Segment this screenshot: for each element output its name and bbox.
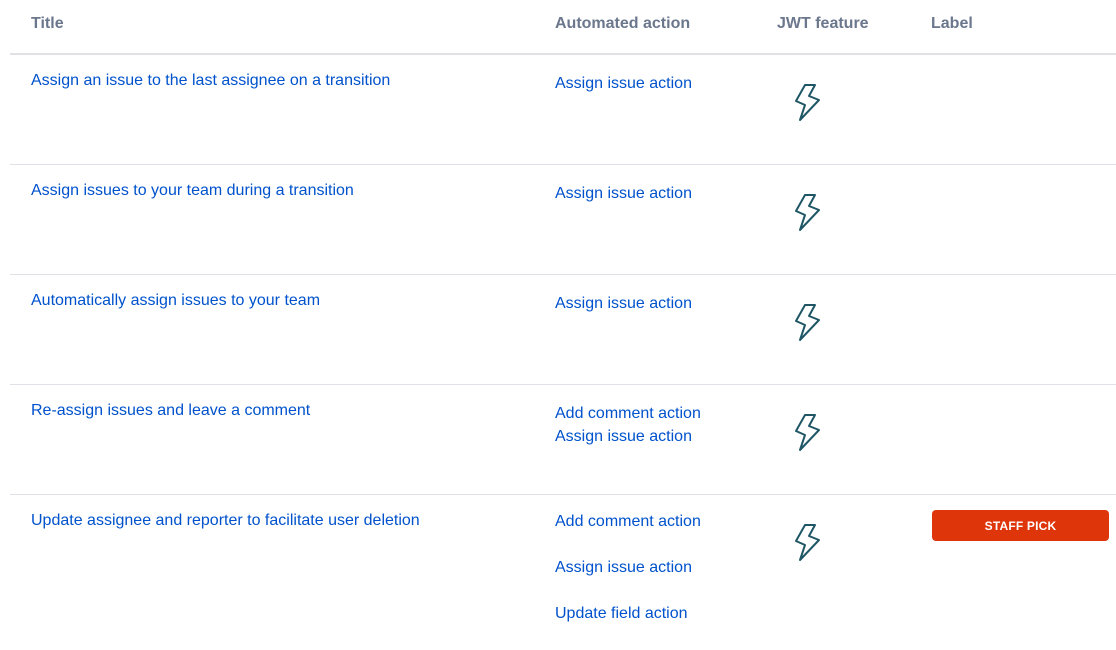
action-link[interactable]: Assign issue action — [555, 425, 701, 448]
row-title-link[interactable]: Automatically assign issues to your team — [31, 292, 320, 310]
column-header-automated-action: Automated action — [555, 15, 691, 32]
action-link[interactable]: Add comment action — [555, 402, 701, 425]
action-link[interactable]: Add comment action — [555, 512, 701, 531]
lightning-bolt-icon — [795, 84, 820, 121]
column-header-title: Title — [31, 15, 64, 32]
automated-actions-cell: Add comment action Assign issue action U… — [555, 512, 701, 650]
lightning-bolt-icon — [795, 194, 820, 231]
action-link[interactable]: Assign issue action — [555, 558, 701, 577]
column-header-label: Label — [931, 15, 973, 32]
row-title-link[interactable]: Update assignee and reporter to facilita… — [31, 512, 420, 530]
lightning-bolt-icon — [795, 414, 820, 451]
table-row: Re-assign issues and leave a comment Add… — [0, 385, 1116, 495]
staff-pick-badge: STAFF PICK — [932, 510, 1109, 541]
row-title-link[interactable]: Assign issues to your team during a tran… — [31, 182, 354, 200]
automated-actions-cell: Assign issue action — [555, 182, 692, 205]
table-row: Assign an issue to the last assignee on … — [0, 55, 1116, 165]
action-link[interactable]: Assign issue action — [555, 182, 692, 205]
action-link[interactable]: Update field action — [555, 604, 701, 623]
lightning-bolt-icon — [795, 304, 820, 341]
table-row: Assign issues to your team during a tran… — [0, 165, 1116, 275]
action-link[interactable]: Assign issue action — [555, 292, 692, 315]
row-title-link[interactable]: Re-assign issues and leave a comment — [31, 402, 310, 420]
automated-actions-cell: Add comment action Assign issue action — [555, 402, 701, 448]
lightning-bolt-icon — [795, 524, 820, 561]
table-row: Automatically assign issues to your team… — [0, 275, 1116, 385]
column-header-jwt-feature: JWT feature — [777, 15, 869, 32]
automated-actions-cell: Assign issue action — [555, 72, 692, 95]
automation-table: Title Automated action JWT feature Label… — [0, 0, 1116, 634]
action-link[interactable]: Assign issue action — [555, 72, 692, 95]
automated-actions-cell: Assign issue action — [555, 292, 692, 315]
row-title-link[interactable]: Assign an issue to the last assignee on … — [31, 72, 390, 90]
